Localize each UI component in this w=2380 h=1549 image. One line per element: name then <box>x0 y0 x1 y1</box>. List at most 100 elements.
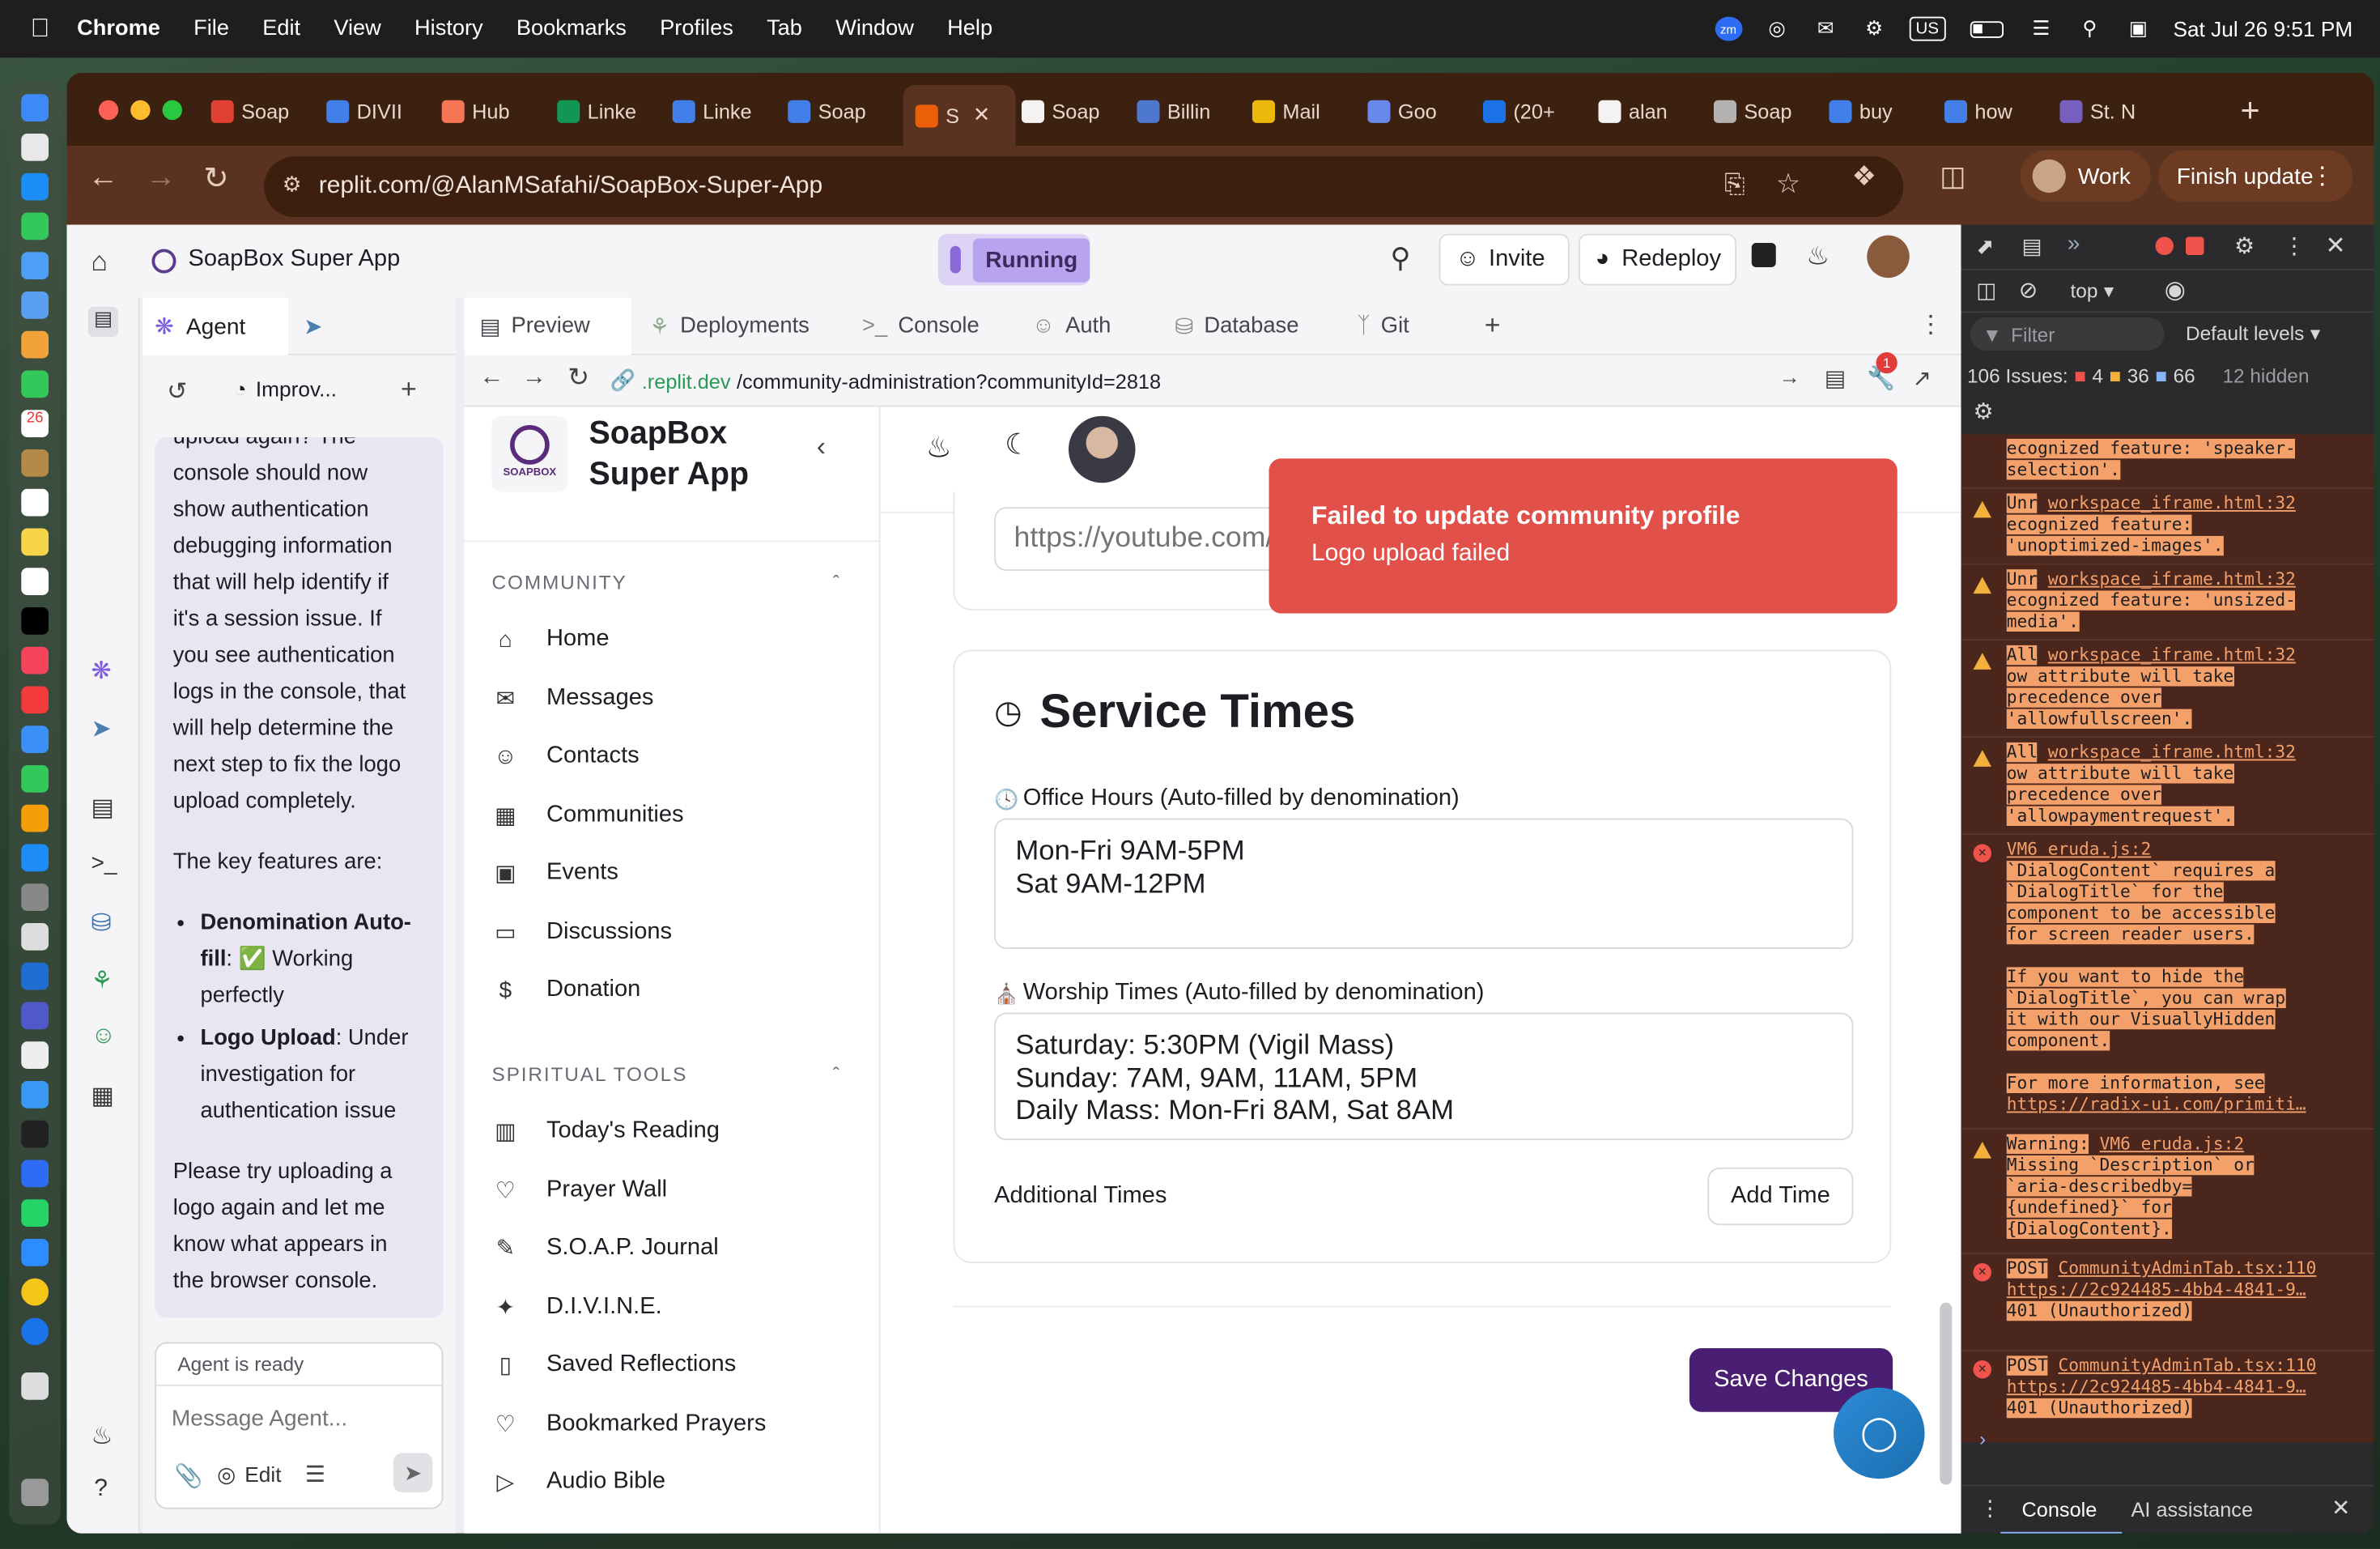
clear-console-icon[interactable]: ⊘ <box>2019 276 2038 304</box>
source-link[interactable]: workspace_iframe.html:32 <box>2048 569 2296 589</box>
sidebar-toggle-icon[interactable]: ◫ <box>1976 278 1996 304</box>
browser-tab[interactable]: Linke <box>672 91 782 131</box>
request-url-link[interactable]: https://2c924485-4bb4-4841-9… <box>2007 1280 2365 1301</box>
repl-name[interactable]: SoapBox Super App <box>189 246 401 274</box>
settings-icon[interactable] <box>21 883 49 911</box>
menu-history[interactable]: History <box>414 17 483 41</box>
terminal-icon[interactable] <box>21 1120 49 1148</box>
devices-icon[interactable]: ▤ <box>1825 364 1847 392</box>
browser-tab[interactable]: Hub <box>441 91 551 131</box>
improve-button[interactable]: ◔ Improv... <box>234 377 337 401</box>
input-source-icon[interactable]: US <box>1909 16 1946 41</box>
back-icon[interactable]: ← <box>88 161 119 196</box>
safari-icon[interactable] <box>21 172 49 201</box>
close-tab-icon[interactable]: ✕ <box>973 104 990 128</box>
devtools-settings-icon[interactable]: ⚙ <box>2234 232 2255 260</box>
assistant-rail-icon[interactable]: ➤ <box>91 713 112 744</box>
browser-tab[interactable]: Soap <box>1021 91 1131 131</box>
preview-back-icon[interactable]: ← <box>480 364 504 392</box>
profile-button[interactable]: Work <box>2020 150 2151 202</box>
omnibox[interactable]: ⚙ replit.com/@AlanMSafahi/SoapBox-Super-… <box>264 156 1904 218</box>
console-message[interactable]: All workspace_iframe.html:32 ow attribute… <box>1961 738 2374 836</box>
appstore-icon[interactable] <box>21 844 49 872</box>
bookmark-star-icon[interactable]: ☆ <box>1776 168 1800 200</box>
agent-rail-icon[interactable]: ❋ <box>91 656 112 687</box>
more-panels-icon[interactable]: » <box>2068 231 2080 257</box>
browser-tab[interactable]: Goo <box>1367 91 1477 131</box>
tab-console-drawer[interactable]: Console <box>2000 1487 2123 1534</box>
tab-agent[interactable]: ❋ Agent <box>142 297 289 355</box>
reload-icon[interactable]: ↻ <box>203 160 228 198</box>
add-time-button[interactable]: Add Time <box>1707 1167 1854 1226</box>
notes-icon[interactable] <box>21 528 49 556</box>
finder2-icon[interactable] <box>21 1041 49 1069</box>
sidebar-item-discussions[interactable]: ▭ Discussions <box>492 909 672 954</box>
sidebar-item-saved-reflections[interactable]: ▯ Saved Reflections <box>492 1343 737 1388</box>
collapse-sidebar-icon[interactable]: ‹ <box>817 432 826 463</box>
run-status-button[interactable]: Running <box>937 233 1090 286</box>
file-tree-icon[interactable]: ▤ <box>87 306 119 338</box>
menu-edit[interactable]: Edit <box>262 17 300 41</box>
deployments-rail-icon[interactable]: ⚘ <box>91 966 113 997</box>
control-center-icon[interactable]: ▣ <box>2124 17 2152 41</box>
menu-window[interactable]: Window <box>835 17 914 41</box>
outlook-icon[interactable]: ✉ <box>1812 17 1839 41</box>
alerts-icon[interactable]: ♨ <box>91 1421 113 1452</box>
source-link[interactable]: workspace_iframe.html:32 <box>2048 645 2296 665</box>
sidebar-item-prayer-wall[interactable]: ♡ Prayer Wall <box>492 1167 667 1212</box>
document-icon[interactable] <box>21 1372 49 1400</box>
contacts-icon[interactable] <box>21 449 49 477</box>
teams-icon[interactable]: ⚙ <box>1860 17 1888 41</box>
browser-tab[interactable]: Billin <box>1137 91 1246 131</box>
console-message[interactable]: ✕ VM6 eruda.js:2 `DialogContent` requires… <box>1961 835 2374 1130</box>
devtools-close-icon[interactable]: ✕ <box>2326 231 2346 262</box>
sidebar-item-communities[interactable]: ▦ Communities <box>492 792 684 837</box>
launchpad-icon[interactable] <box>21 134 49 161</box>
source-link[interactable]: VM6 eruda.js:2 <box>2100 1134 2245 1154</box>
browser-tab[interactable]: Soap <box>210 91 321 131</box>
edit-button[interactable]: ◎ Edit <box>217 1462 281 1488</box>
preview-rail-icon[interactable]: ▤ <box>91 793 114 823</box>
attach-icon[interactable]: 📎 <box>175 1462 203 1490</box>
spotlight-icon[interactable]: ⚲ <box>2076 17 2103 41</box>
messages-icon[interactable] <box>21 212 49 240</box>
sidebar-item-donation[interactable]: $ Donation <box>492 967 641 1012</box>
browser-tab[interactable]: (20+ <box>1482 91 1592 131</box>
console-message[interactable]: ecognized feature: 'speaker-selection'. <box>1961 434 2374 489</box>
sidebar-item-audio-bible[interactable]: ▷ Audio Bible <box>492 1459 666 1504</box>
zoom-dock-icon[interactable] <box>21 1239 49 1266</box>
inspect-icon[interactable]: ⬈ <box>1976 234 1994 260</box>
drawer-menu-icon[interactable]: ⋮ <box>1979 1496 2000 1521</box>
finder-icon[interactable] <box>21 94 49 121</box>
preview-forward-icon[interactable]: → <box>522 364 546 392</box>
console-message[interactable]: All workspace_iframe.html:32 ow attribute… <box>1961 640 2374 738</box>
browser-tab[interactable]: Mail <box>1252 91 1362 131</box>
live-expression-icon[interactable]: ◉ <box>2165 274 2186 305</box>
preview-icon[interactable] <box>21 923 49 951</box>
request-url-link[interactable]: https://2c924485-4bb4-4841-9… <box>2007 1377 2365 1398</box>
source-link[interactable]: CommunityAdminTab.tsx:110 <box>2059 1355 2317 1375</box>
news-icon[interactable] <box>21 686 49 714</box>
invite-button[interactable]: ☺ Invite <box>1439 233 1570 286</box>
go-icon[interactable]: → <box>1779 364 1800 389</box>
menu-profiles[interactable]: Profiles <box>660 17 733 41</box>
chrome-dock-icon[interactable] <box>21 1278 49 1306</box>
tab-preview[interactable]: ▤ Preview <box>464 297 631 355</box>
office-hours-textarea[interactable]: Mon-Fri 9AM-5PM Sat 9AM-12PM <box>994 818 1854 949</box>
browser-tab[interactable]: Soap <box>788 91 897 131</box>
source-link[interactable]: CommunityAdminTab.tsx:110 <box>2059 1258 2317 1278</box>
settings-sliders-icon[interactable]: ☰ <box>305 1461 325 1488</box>
menu-tab[interactable]: Tab <box>767 17 802 41</box>
profile-avatar[interactable] <box>1069 415 1136 483</box>
context-selector[interactable]: top ▾ <box>2071 279 2114 304</box>
panel-menu-icon[interactable]: ⋮ <box>1919 310 1943 341</box>
menu-help[interactable]: Help <box>947 17 992 41</box>
music-icon[interactable] <box>21 646 49 674</box>
error-count-icon[interactable] <box>2155 236 2174 255</box>
community-section-heading[interactable]: COMMUNITY ˆ <box>492 571 853 594</box>
facetime-icon[interactable] <box>21 370 49 398</box>
search-icon[interactable]: ⚲ <box>1391 243 1411 274</box>
files-icon[interactable] <box>21 1081 49 1109</box>
sidebar-item-d-i-v-i-n-e[interactable]: ✦ D.I.V.I.N.E. <box>492 1283 662 1329</box>
wifi-icon[interactable]: ☰ <box>2027 17 2055 41</box>
